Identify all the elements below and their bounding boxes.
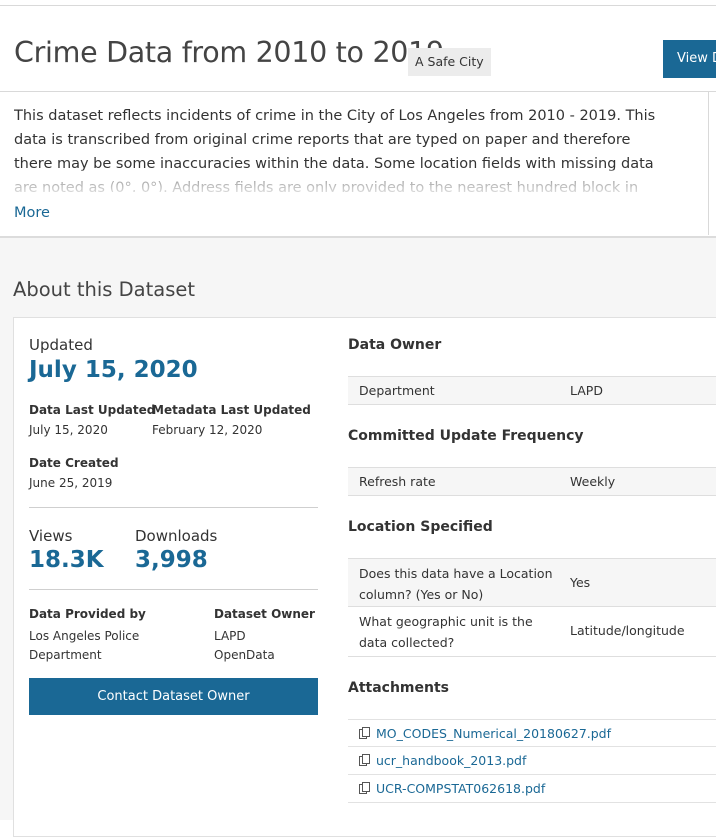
sidebar-divider [708, 91, 709, 235]
data-last-updated-value: July 15, 2020 [29, 423, 108, 437]
location-specified-heading: Location Specified [348, 519, 493, 535]
row-value: Latitude/longitude [570, 623, 685, 638]
downloads-value: 3,998 [135, 547, 208, 573]
metadata-last-updated-value: February 12, 2020 [152, 423, 263, 437]
page-title: Crime Data from 2010 to 2019 [14, 36, 444, 69]
about-heading: About this Dataset [13, 278, 195, 301]
view-data-button-label: View Data [677, 51, 716, 66]
list-item[interactable]: ucr_handbook_2013.pdf [348, 747, 716, 775]
table-row: Department LAPD [348, 376, 716, 405]
more-link[interactable]: More [14, 205, 50, 221]
list-item[interactable]: MO_CODES_Numerical_20180627.pdf [348, 719, 716, 747]
dataset-owner-value: LAPD OpenData [214, 629, 275, 662]
attachments-heading: Attachments [348, 680, 450, 696]
view-data-button[interactable]: View Data [663, 40, 716, 78]
top-border [0, 0, 716, 6]
views-label: Views [29, 527, 73, 545]
views-value: 18.3K [29, 547, 104, 573]
document-copy-icon [359, 727, 370, 739]
table-row: Does this data have a Location column? (… [348, 558, 716, 607]
data-last-updated-label: Data Last Updated [29, 403, 156, 417]
attachment-link[interactable]: MO_CODES_Numerical_20180627.pdf [376, 726, 611, 741]
updated-value: July 15, 2020 [29, 357, 198, 383]
description-fade [0, 170, 660, 194]
divider [29, 507, 318, 508]
attachment-link[interactable]: UCR-COMPSTAT062618.pdf [376, 781, 545, 796]
metadata-last-updated-label: Metadata Last Updated [152, 403, 311, 417]
divider [29, 589, 318, 590]
contact-dataset-owner-button[interactable]: Contact Dataset Owner [29, 678, 318, 715]
row-value: Weekly [570, 474, 616, 489]
row-value: Yes [570, 575, 591, 590]
document-copy-icon [359, 754, 370, 766]
row-key: What geographic unit is the data collect… [359, 614, 533, 650]
table-row: What geographic unit is the data collect… [348, 607, 716, 657]
table-row: Refresh rate Weekly [348, 467, 716, 496]
updated-label: Updated [29, 336, 93, 354]
date-created-value: June 25, 2019 [29, 476, 113, 490]
date-created-label: Date Created [29, 456, 119, 470]
document-copy-icon [359, 782, 370, 794]
category-tag[interactable]: A Safe City [408, 48, 491, 76]
data-provided-by-value: Los Angeles Police Department [29, 629, 140, 662]
row-key: Does this data have a Location column? (… [359, 566, 553, 602]
row-key: Refresh rate [359, 474, 436, 489]
data-owner-heading: Data Owner [348, 337, 442, 353]
update-frequency-heading: Committed Update Frequency [348, 428, 584, 444]
row-key: Department [359, 383, 435, 398]
attachment-link[interactable]: ucr_handbook_2013.pdf [376, 753, 526, 768]
row-value: LAPD [570, 383, 603, 398]
data-provided-by-label: Data Provided by [29, 607, 146, 621]
list-item[interactable]: UCR-COMPSTAT062618.pdf [348, 775, 716, 803]
dataset-owner-label: Dataset Owner [214, 607, 315, 621]
downloads-label: Downloads [135, 527, 218, 545]
